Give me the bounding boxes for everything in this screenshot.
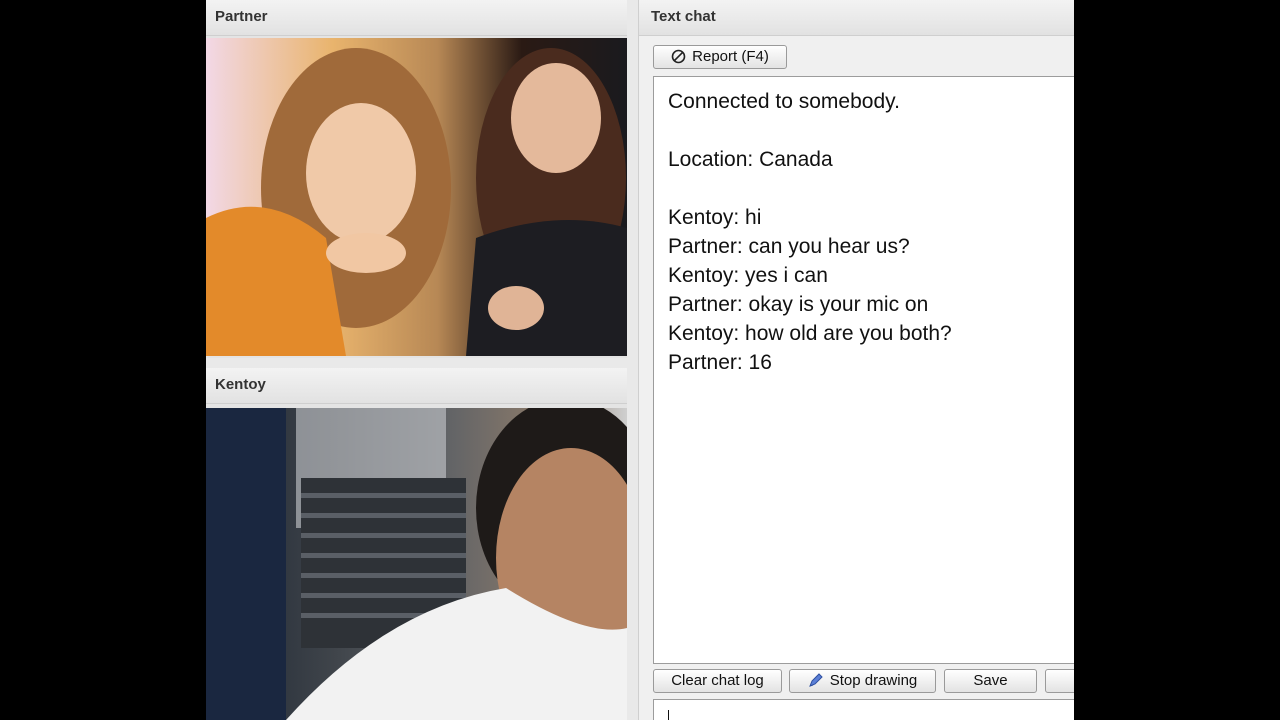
chat-app-window: Partner Kentoy Text chat Report (F4) Con…: [206, 0, 1074, 720]
partner-shirt-right: [466, 220, 627, 356]
partner-face-left: [306, 103, 416, 243]
chat-message-blank: [668, 174, 1068, 203]
chat-message: Connected to somebody.: [668, 90, 900, 113]
partner-video-frame: [206, 48, 627, 356]
text-chat-title: Text chat: [639, 0, 1074, 36]
pencil-draw-icon: [808, 673, 823, 687]
chat-message: Kentoy: how old are you both?: [668, 322, 952, 345]
stop-drawing-label: Stop drawing: [829, 672, 918, 689]
save-button-label: Save: [973, 672, 1008, 689]
report-button[interactable]: Report (F4): [653, 45, 787, 69]
text-chat-panel: Text chat Report (F4) Connected to someb…: [638, 0, 1074, 720]
partner-hand-left: [326, 233, 406, 273]
save-button[interactable]: Save: [944, 669, 1037, 693]
more-button-clipped[interactable]: [1045, 669, 1074, 693]
clear-chat-log-button[interactable]: Clear chat log: [653, 669, 782, 693]
chat-message: Kentoy: hi: [668, 206, 762, 229]
chat-message-blank: [668, 116, 1068, 145]
partner-video-panel: Partner: [206, 0, 627, 358]
chat-message: Partner: 16: [668, 351, 772, 374]
partner-panel-title: Partner: [206, 0, 627, 36]
partner-video-feed: [206, 38, 627, 356]
self-video-panel: Kentoy: [206, 368, 627, 720]
chat-message: Kentoy: yes i can: [668, 264, 828, 287]
self-video-frame: [206, 408, 627, 720]
text-caret: [668, 710, 669, 720]
chat-message-input[interactable]: [653, 699, 1074, 720]
self-panel-title: Kentoy: [206, 368, 627, 404]
chat-log: Connected to somebody. Location: Canada …: [653, 76, 1074, 664]
partner-hand-right: [488, 286, 544, 330]
chat-message: Location: Canada: [668, 148, 833, 171]
self-bg-window: [206, 408, 286, 720]
partner-face-right: [511, 63, 601, 173]
report-button-label: Report (F4): [692, 48, 769, 65]
chat-message: Partner: can you hear us?: [668, 235, 910, 258]
chat-message: Partner: okay is your mic on: [668, 293, 929, 316]
clear-chat-log-label: Clear chat log: [671, 672, 764, 689]
forbidden-icon: [671, 49, 686, 64]
stop-drawing-button[interactable]: Stop drawing: [789, 669, 936, 693]
self-video-feed: [206, 408, 627, 720]
